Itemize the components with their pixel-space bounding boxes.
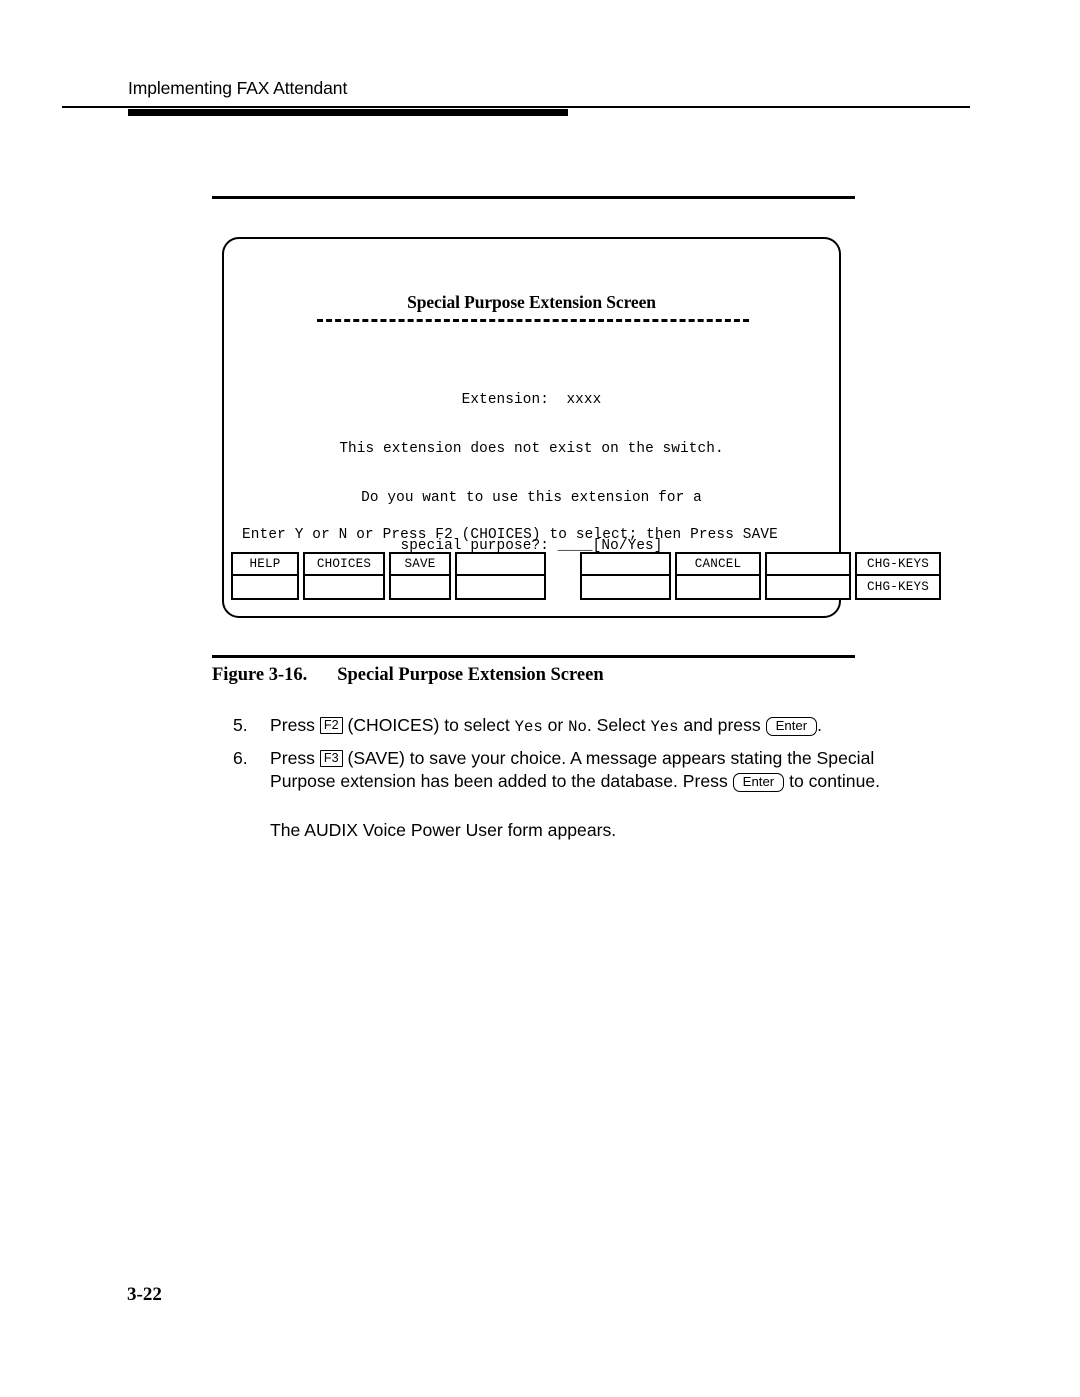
terminal-screen-title: Special Purpose Extension Screen [407,292,656,312]
step-text: Press F3 (SAVE) to save your choice. A m… [270,748,881,792]
inline-text: and press [678,715,766,735]
function-key-label-bottom [677,576,759,598]
step-item: 5. Press F2 (CHOICES) to select Yes or N… [230,714,890,739]
function-key-label-top [457,554,544,576]
function-key-slot-7 [765,552,851,600]
figure-caption-label: Figure 3-16. [212,665,308,685]
step-text: Press F2 (CHOICES) to select Yes or No. … [270,715,822,736]
inline-literal: Yes [514,718,543,736]
function-key-slot-4 [455,552,546,600]
inline-text: Press [270,748,320,768]
terminal-body-line: Do you want to use this extension for a [361,489,702,506]
function-key-label-top: HELP [233,554,297,576]
function-key-help: HELP [231,552,299,600]
inline-text: to continue. [784,771,881,791]
step-number: 6. [233,748,248,768]
keycap-enter: Enter [765,717,818,736]
inline-text: . [817,715,822,735]
function-key-label-bottom [305,576,383,598]
inline-literal: Yes [650,718,679,736]
figure-rule-top [212,196,855,200]
inline-text: Press [270,715,320,735]
page-number: 3-22 [127,1284,162,1305]
function-key-label-bottom [457,576,544,598]
closing-paragraph: The AUDIX Voice Power User form appears. [270,820,617,840]
step-item: 6. Press F3 (SAVE) to save your choice. … [230,747,890,793]
running-header: Implementing FAX Attendant [0,78,1080,124]
function-key-label-bottom [233,576,297,598]
inline-text: . Select [586,715,651,735]
function-key-label-bottom [391,576,449,598]
function-key-label-bottom: CHG-KEYS [866,580,930,594]
terminal-function-key-strip: HELP CHOICES SAVE CANCEL CHG-KEYS CHG-KEYS [231,552,941,602]
function-key-slot-5 [580,552,671,600]
terminal-title-dashed-rule [317,319,749,322]
function-key-label-bottom [767,576,849,598]
function-key-label-top: CHG-KEYS [857,554,939,576]
inline-text: (CHOICES) to select [342,715,515,735]
keycap-enter: Enter [732,773,785,792]
function-key-label-top: CHOICES [305,554,383,576]
function-key-label-top [582,554,669,576]
function-key-choices: CHOICES [303,552,385,600]
header-rule-thick [128,108,568,116]
function-key-label-bottom [582,576,669,598]
inline-text: or [542,715,569,735]
running-header-title: Implementing FAX Attendant [128,78,348,98]
function-key-save: SAVE [389,552,451,600]
figure-caption-title: Special Purpose Extension Screen [337,665,604,685]
body-content: 5. Press F2 (CHOICES) to select Yes or N… [230,714,890,842]
terminal-body-line: Extension: xxxx [461,392,602,409]
terminal-screen-illustration: Special Purpose Extension Screen Extensi… [222,237,941,618]
function-key-chg-keys: CHG-KEYS CHG-KEYS [855,552,941,600]
function-key-cancel: CANCEL [675,552,761,600]
terminal-body-line: This extension does not exist on the swi… [339,441,724,458]
inline-literal: No [568,718,587,736]
terminal-prompt-line: Enter Y or N or Press F2 (CHOICES) to se… [242,527,778,543]
figure-caption: Figure 3-16. Special Purpose Extension Sc… [212,665,604,686]
function-key-label-top: CANCEL [677,554,759,576]
keycap-f3: F3 [319,750,343,767]
function-key-label-top: SAVE [391,554,449,576]
function-key-label-top [767,554,849,576]
keycap-f2: F2 [319,717,343,734]
step-number: 5. [233,715,248,735]
figure-rule-bottom [212,655,855,659]
